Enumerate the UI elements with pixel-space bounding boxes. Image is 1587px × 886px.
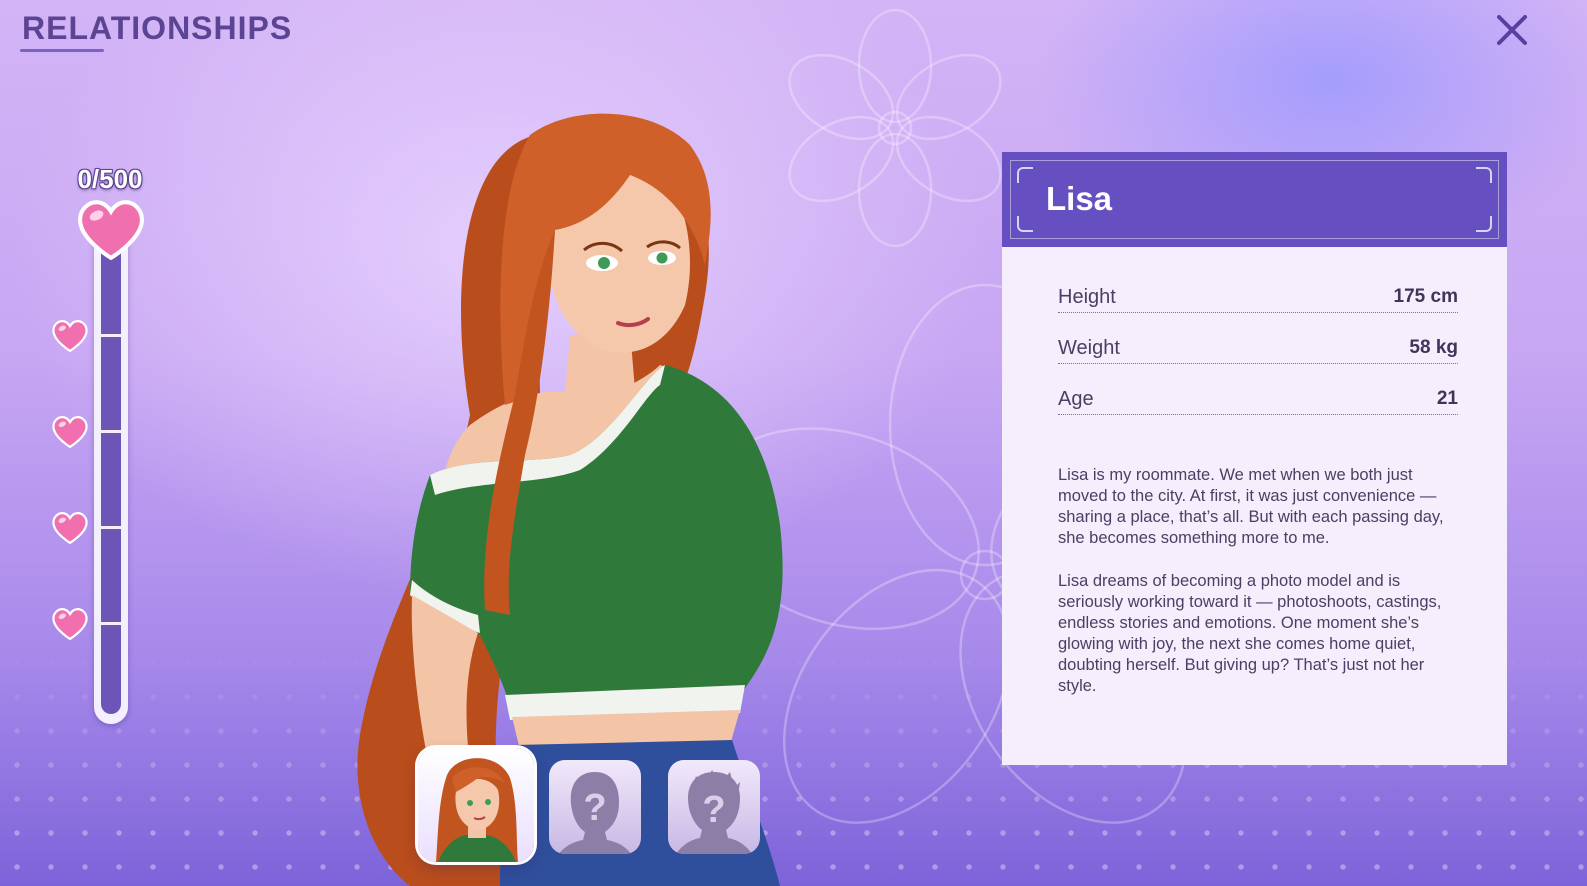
character-tab-lisa[interactable] <box>418 748 534 862</box>
stat-row-weight: Weight 58 kg <box>1058 333 1458 364</box>
character-info-card: Lisa Height 175 cm Weight 58 kg Age 21 L… <box>1002 152 1507 765</box>
meter-divider <box>101 334 121 337</box>
lisa-avatar-icon <box>436 758 518 862</box>
close-button[interactable] <box>1488 6 1536 54</box>
svg-text:?: ? <box>583 787 606 829</box>
close-icon <box>1497 15 1527 45</box>
character-tab-locked[interactable]: ? <box>668 760 760 854</box>
question-mark-icon: ? <box>676 770 752 854</box>
milestone-heart-icon <box>52 416 88 448</box>
meter-divider <box>101 430 121 433</box>
screen-title: RELATIONSHIPS <box>22 10 293 46</box>
stat-row-height: Height 175 cm <box>1058 282 1458 313</box>
affection-counter: 0/500 <box>77 164 143 194</box>
question-mark-icon: ? <box>559 772 631 854</box>
stat-label: Weight <box>1058 336 1120 359</box>
stat-label: Height <box>1058 285 1116 308</box>
stat-value: 58 kg <box>1409 337 1458 358</box>
stat-row-age: Age 21 <box>1058 384 1458 415</box>
character-bio-paragraph: Lisa dreams of becoming a photo model an… <box>1058 572 1442 695</box>
max-heart-icon <box>78 200 144 260</box>
card-header: Lisa <box>1002 152 1507 247</box>
milestone-heart-icon <box>52 512 88 544</box>
character-name: Lisa <box>1046 180 1113 217</box>
milestone-heart-icon <box>52 608 88 640</box>
stat-value: 175 cm <box>1393 286 1458 307</box>
affection-meter-bar <box>101 238 121 714</box>
character-bio-paragraph: Lisa is my roommate. We met when we both… <box>1058 466 1444 547</box>
svg-text:?: ? <box>702 789 725 831</box>
stat-value: 21 <box>1436 388 1458 409</box>
character-tab-locked[interactable]: ? <box>549 760 641 854</box>
meter-divider <box>101 622 121 625</box>
stat-label: Age <box>1058 387 1094 410</box>
title-underline <box>20 49 104 52</box>
milestone-heart-icon <box>52 320 88 352</box>
meter-divider <box>101 526 121 529</box>
